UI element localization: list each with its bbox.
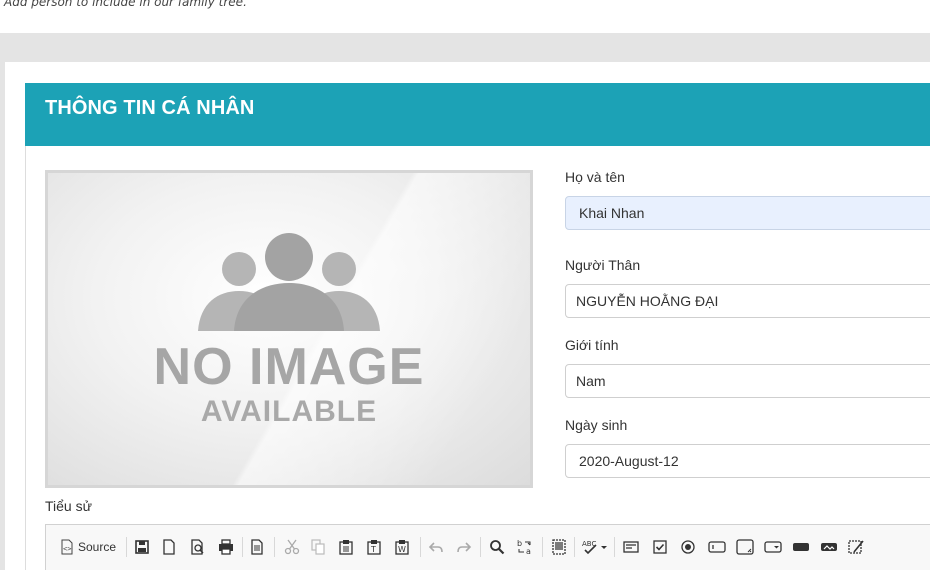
preview-icon	[191, 539, 204, 555]
select-all-icon	[552, 539, 566, 555]
people-placeholder-icon	[198, 233, 380, 331]
source-label: Source	[78, 540, 117, 554]
spellcheck-button[interactable]: ABC	[582, 536, 608, 558]
text-field-button[interactable]	[708, 536, 726, 558]
radio-icon	[681, 540, 695, 554]
form-button[interactable]	[623, 536, 639, 558]
cut-icon	[284, 539, 300, 555]
image-button-icon	[821, 543, 837, 551]
gender-label: Giới tính	[565, 337, 619, 353]
panel-header: THÔNG TIN CÁ NHÂN	[25, 83, 930, 147]
replace-button[interactable]: ba	[516, 536, 534, 558]
hidden-field-button[interactable]	[848, 536, 866, 558]
relative-input[interactable]: NGUYỄN HOẰNG ĐẠI	[565, 284, 930, 318]
redo-button[interactable]	[456, 536, 472, 558]
form-icon	[623, 541, 639, 553]
source-icon: <>	[61, 539, 73, 555]
templates-button[interactable]	[250, 536, 264, 558]
svg-text:T: T	[370, 545, 376, 554]
fullname-input[interactable]: Khai Nhan	[565, 196, 930, 230]
save-button[interactable]	[134, 536, 150, 558]
button-button[interactable]	[792, 536, 810, 558]
panel-title: THÔNG TIN CÁ NHÂN	[45, 97, 255, 119]
paste-icon	[339, 540, 353, 555]
svg-text:a: a	[526, 547, 531, 556]
paste-text-button[interactable]: T	[366, 536, 382, 558]
text-field-icon	[708, 541, 726, 553]
svg-text:W: W	[398, 545, 406, 554]
page-subtitle: Add person to include in our family tree…	[4, 0, 247, 9]
new-page-button[interactable]	[162, 536, 176, 558]
biography-label: Tiểu sử	[45, 498, 92, 514]
relative-label: Người Thân	[565, 257, 641, 273]
hidden-field-icon	[848, 540, 864, 554]
select-icon	[764, 541, 782, 553]
editor-toolbar: <> Source T W ba ABC	[45, 524, 930, 570]
templates-icon	[251, 539, 263, 555]
undo-button[interactable]	[428, 536, 444, 558]
checkbox-button[interactable]	[652, 536, 668, 558]
paste-text-icon: T	[367, 540, 381, 555]
cut-button[interactable]	[284, 536, 300, 558]
copy-icon	[311, 539, 325, 555]
textarea-icon	[736, 539, 754, 555]
svg-text:<>: <>	[63, 545, 71, 553]
select-button[interactable]	[764, 536, 782, 558]
birthdate-label: Ngày sinh	[565, 417, 628, 433]
new-page-icon	[163, 539, 175, 555]
select-all-button[interactable]	[551, 536, 567, 558]
gender-input[interactable]: Nam	[565, 364, 930, 398]
redo-icon	[457, 542, 472, 553]
available-text: AVAILABLE	[200, 395, 378, 428]
paste-button[interactable]	[338, 536, 354, 558]
save-icon	[135, 540, 149, 554]
replace-icon: ba	[517, 539, 531, 556]
no-image-text: NO IMAGE	[153, 338, 425, 396]
copy-button[interactable]	[310, 536, 326, 558]
spellcheck-icon: ABC	[582, 540, 607, 555]
birthdate-input[interactable]: 2020-August-12	[565, 444, 930, 478]
paste-word-icon: W	[395, 540, 409, 555]
find-icon	[490, 540, 505, 555]
fullname-label: Họ và tên	[565, 169, 625, 185]
button-icon	[793, 543, 809, 551]
paste-word-button[interactable]: W	[394, 536, 410, 558]
radio-button[interactable]	[680, 536, 696, 558]
textarea-button[interactable]	[736, 536, 754, 558]
preview-button[interactable]	[190, 536, 206, 558]
checkbox-icon	[653, 540, 667, 554]
image-button-button[interactable]	[820, 536, 838, 558]
find-button[interactable]	[489, 536, 505, 558]
source-button[interactable]: <> Source	[60, 536, 116, 558]
print-button[interactable]	[218, 536, 234, 558]
print-icon	[219, 539, 233, 555]
profile-photo[interactable]: NO IMAGE AVAILABLE	[45, 170, 533, 488]
undo-icon	[428, 542, 443, 553]
svg-text:b: b	[517, 539, 522, 548]
